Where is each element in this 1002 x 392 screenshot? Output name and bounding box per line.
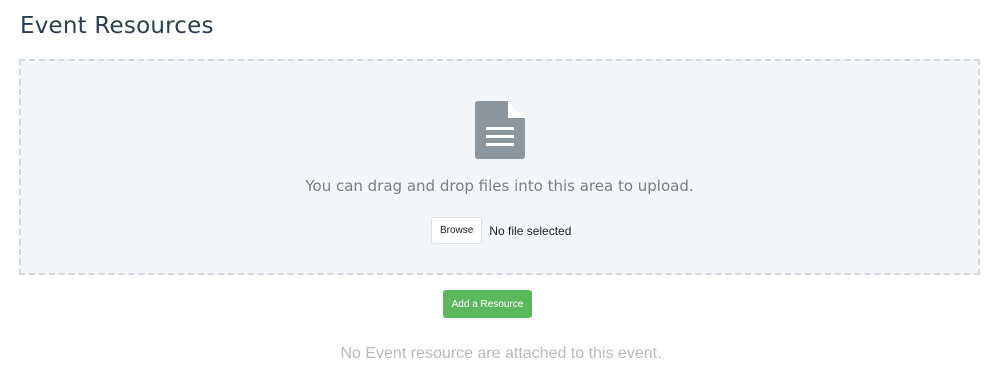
file-input[interactable]: Browse No file selected: [431, 217, 571, 244]
dropzone-instruction: You can drag and drop files into this ar…: [305, 177, 694, 195]
browse-button[interactable]: Browse: [431, 217, 483, 244]
page-title: Event Resources: [20, 13, 214, 39]
file-text-icon: [475, 101, 525, 159]
file-status: No file selected: [489, 223, 572, 238]
add-resource-button[interactable]: Add a Resource: [443, 290, 532, 318]
file-dropzone[interactable]: You can drag and drop files into this ar…: [19, 59, 980, 275]
empty-resources-message: No Event resource are attached to this e…: [340, 345, 662, 362]
